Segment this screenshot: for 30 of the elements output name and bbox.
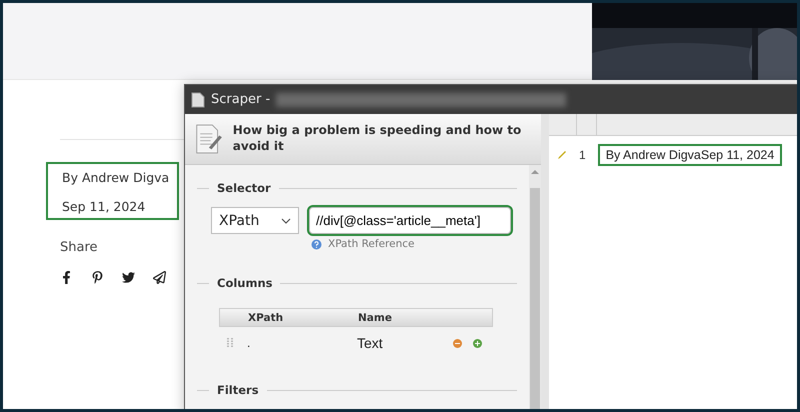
selector-type-dropdown[interactable]: XPath [211,207,299,234]
add-icon[interactable] [473,338,482,348]
document-icon [191,92,205,108]
xpath-reference-link[interactable]: XPath Reference [311,238,529,250]
table-cell-text: Text [357,335,384,351]
publish-date: Sep 11, 2024 [62,199,146,214]
page-title: How big a problem is speeding and how to avoid it [232,123,522,155]
result-cell: By Andrew DigvaSep 11, 2024 [598,144,782,166]
drag-handle-icon[interactable] [227,337,233,349]
twitter-icon[interactable] [122,271,135,284]
remove-icon[interactable] [453,338,462,348]
paper-plane-icon[interactable] [153,271,166,284]
author-name: By Andrew Digva [62,170,170,185]
facebook-icon[interactable] [60,271,73,284]
table-cell-text: . [247,336,252,350]
scroll-up-arrow-icon[interactable] [531,169,539,174]
pinterest-icon[interactable] [91,271,104,284]
row-number: 1 [579,148,586,162]
xpath-input[interactable]: //div[@class='article__meta'] [309,207,511,234]
help-icon [311,238,322,250]
section-label: Selector [217,181,271,195]
window-title: Scraper - [211,92,270,107]
chevron-down-icon [281,218,291,224]
column-header: Name [358,312,393,324]
share-label: Share [60,240,98,255]
column-header: XPath [248,312,284,324]
scrollbar-thumb[interactable] [530,188,540,409]
section-label: Columns [217,276,272,290]
section-label: Filters [217,383,259,397]
pencil-icon[interactable] [557,150,567,160]
